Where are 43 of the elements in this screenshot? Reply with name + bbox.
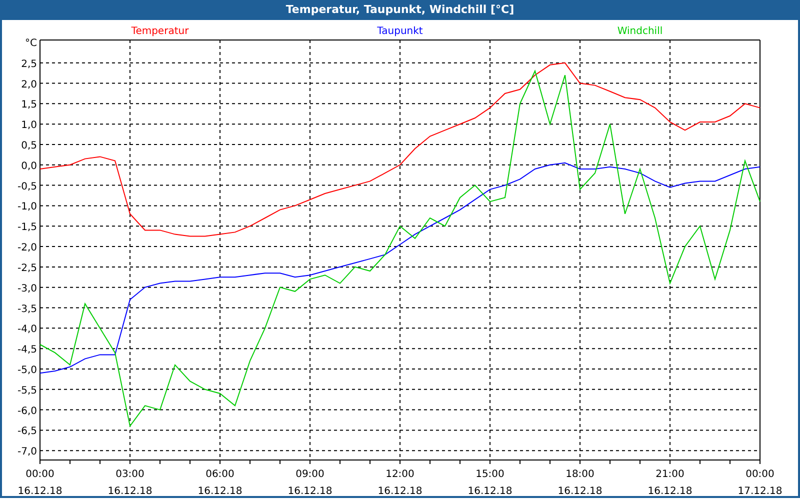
y-axis-unit: °C <box>25 38 37 49</box>
x-tick-label: 00:00 <box>746 469 774 480</box>
x-tick-label: 16.12.18 <box>198 486 242 496</box>
y-tick-label: -5,0 <box>17 364 37 376</box>
x-tick-label: 09:00 <box>296 469 324 480</box>
x-tick-label: 16.12.18 <box>558 486 602 496</box>
x-tick-label: 17.12.18 <box>738 486 782 496</box>
y-tick-label: -7,0 <box>17 446 37 458</box>
y-tick-label: -5,5 <box>17 385 37 396</box>
y-tick-label: -6,5 <box>17 426 37 438</box>
window-title: Temperatur, Taupunkt, Windchill [°C] <box>2 0 798 20</box>
x-tick-label: 21:00 <box>656 469 684 480</box>
y-tick-label: 2,0 <box>21 79 37 90</box>
y-tick-label: -1,0 <box>17 202 37 213</box>
y-tick-label: 0,5 <box>21 140 37 152</box>
x-tick-label: 12:00 <box>386 469 414 480</box>
x-tick-label: 16.12.18 <box>378 486 422 496</box>
legend-label: Windchill <box>617 26 663 37</box>
legend-label: Taupunkt <box>377 26 423 37</box>
y-tick-label: 1,5 <box>21 100 37 111</box>
y-tick-label: -4,0 <box>17 324 37 336</box>
y-tick-label: 1,0 <box>21 120 37 132</box>
x-tick-label: 03:00 <box>116 469 144 480</box>
y-tick-label: -2,0 <box>17 242 37 254</box>
x-tick-label: 18:00 <box>566 469 594 480</box>
y-tick-label: -4,5 <box>17 344 37 356</box>
x-tick-label: 15:00 <box>476 469 504 480</box>
y-tick-label: -3,5 <box>17 304 37 315</box>
y-tick-label: 0,0 <box>21 160 37 172</box>
x-tick-label: 06:00 <box>206 469 234 480</box>
x-tick-label: 16.12.18 <box>288 486 332 496</box>
y-tick-label: -3,0 <box>17 283 37 294</box>
x-tick-label: 00:00 <box>26 469 54 480</box>
x-tick-label: 16.12.18 <box>108 486 152 496</box>
y-tick-label: -1,5 <box>17 222 37 234</box>
x-tick-label: 16.12.18 <box>468 486 512 496</box>
x-tick-label: 16.12.18 <box>18 486 62 496</box>
y-tick-label: -6,0 <box>17 406 37 417</box>
x-tick-label: 16.12.18 <box>648 486 692 496</box>
y-tick-label: -2,5 <box>17 262 37 274</box>
legend-label: Temperatur <box>131 26 189 37</box>
y-tick-label: -0,5 <box>17 181 37 192</box>
y-tick-label: 2,5 <box>21 58 37 70</box>
